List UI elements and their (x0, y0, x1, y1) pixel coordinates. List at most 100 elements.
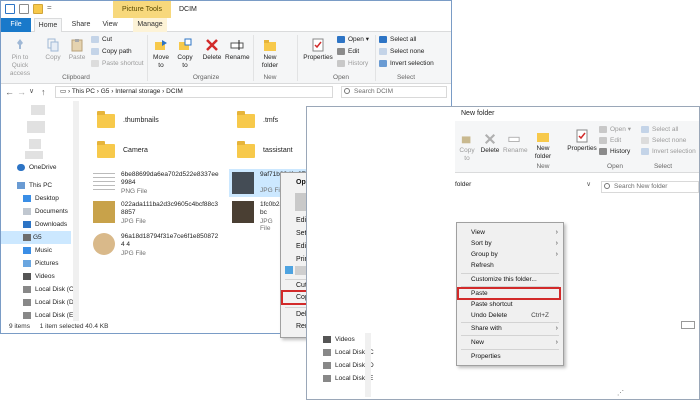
delete-button[interactable]: Delete (201, 38, 223, 62)
chevron-right-icon: › (555, 325, 558, 332)
menu-refresh[interactable]: Refresh (457, 262, 563, 269)
file-item[interactable]: 022ada111ba2d3c9605c4bcf88c38857 JPG Fil… (93, 201, 223, 227)
title-bar: = Picture Tools DCIM (1, 1, 451, 18)
properties-button[interactable]: Properties (301, 38, 335, 62)
nav-downloads[interactable]: Downloads (7, 218, 77, 231)
select-none-button[interactable]: Select none (379, 47, 424, 57)
menu-paste-shortcut[interactable]: Paste shortcut (457, 301, 563, 308)
tab-manage[interactable]: Manage (133, 18, 167, 32)
paste-label: Paste (68, 54, 86, 61)
download-icon (23, 221, 31, 228)
copy-to-label: Copy to (177, 54, 193, 69)
menu-view[interactable]: View › (457, 229, 563, 236)
pin-quick-access-button[interactable]: Pin to Quick access (3, 38, 37, 78)
file-item[interactable]: 6be88699da6ea702d522e8337ee9984 PNG File (93, 171, 223, 197)
address-bar[interactable]: ▭ › This PC › G5 › Internal storage › DC… (55, 86, 333, 98)
nav-local-disk-c[interactable]: Local Disk (C (7, 283, 77, 296)
select-all-button[interactable]: Select all (379, 35, 416, 45)
copy-button[interactable]: Copy (41, 38, 65, 62)
blurred-menu-icon (285, 266, 293, 274)
breadcrumb-internal-storage[interactable]: Internal storage (115, 88, 160, 95)
copy-to-button[interactable]: Copy to (175, 38, 195, 70)
menu-group-by[interactable]: Group by › (457, 251, 563, 258)
new-folder-icon (264, 40, 276, 51)
file-item[interactable]: 96a18d18794f31e7ce6f1e8508724 4 JPG File (93, 233, 223, 259)
menu-new[interactable]: New › (457, 339, 563, 346)
nav-desktop[interactable]: Desktop (7, 192, 77, 205)
quick-access-checkbox-icon[interactable] (19, 4, 29, 14)
folder-tassistant[interactable]: tassistant (263, 147, 293, 154)
resize-grip-icon[interactable]: ⋰ (617, 389, 624, 397)
edit-button[interactable]: Edit (599, 136, 621, 146)
nav-scrollbar[interactable] (365, 333, 371, 397)
history-button[interactable]: History (599, 147, 630, 157)
pin-label: Pin to Quick access (9, 54, 31, 77)
select-none-button[interactable]: Select none (641, 136, 686, 146)
new-folder-button[interactable]: New folder (257, 38, 283, 70)
jpg-thumbnail (232, 201, 254, 223)
nav-scrollbar[interactable] (73, 101, 79, 323)
nav-music[interactable]: Music (7, 244, 77, 257)
rename-icon (230, 40, 244, 50)
quick-access-folder-icon[interactable] (33, 4, 43, 14)
rename-button[interactable]: Rename (225, 38, 250, 62)
jpg-thumbnail (93, 233, 115, 255)
thumbnail-view-icon[interactable] (681, 321, 695, 329)
paste-button[interactable]: Paste (65, 38, 89, 62)
properties-button[interactable]: Properties (567, 129, 597, 153)
breadcrumb-dcim[interactable]: DCIM (166, 88, 183, 95)
folder-camera[interactable]: Camera (123, 147, 148, 154)
menu-share-with[interactable]: Share with › (457, 325, 563, 332)
folder-icon (237, 111, 255, 128)
nav-documents[interactable]: Documents (7, 205, 77, 218)
cut-button[interactable]: Cut (91, 35, 112, 45)
address-bar[interactable]: folder ∨ (455, 179, 595, 191)
history-button[interactable]: History (337, 59, 368, 69)
folder-tmfs[interactable]: .tmfs (263, 117, 278, 124)
folder-thumbnails[interactable]: .thumbnails (123, 117, 159, 124)
open-button[interactable]: Open ▾ (599, 125, 631, 135)
back-arrow-icon[interactable]: ← (5, 87, 14, 97)
invert-selection-icon (641, 147, 649, 155)
menu-customize-folder[interactable]: Customize this folder... (457, 276, 563, 283)
breadcrumb-g5[interactable]: G5 (101, 88, 110, 95)
invert-selection-button[interactable]: Invert selection (641, 147, 696, 157)
menu-sort-by[interactable]: Sort by › (457, 240, 563, 247)
new-folder-button[interactable]: New folder (531, 129, 555, 161)
group-select-label: Select (396, 74, 416, 81)
disk-icon (323, 375, 331, 382)
recent-dropdown-icon[interactable]: ∨ (29, 87, 34, 95)
tab-home[interactable]: Home (34, 18, 62, 32)
copy-path-button[interactable]: Copy path (91, 47, 132, 57)
status-item-count: 9 items (9, 323, 30, 330)
copy-to-button[interactable]: Copy to (457, 133, 477, 163)
move-to-button[interactable]: Move to (151, 38, 171, 70)
group-clipboard-label: Clipboard (62, 74, 90, 81)
nav-pictures[interactable]: Pictures (7, 257, 77, 270)
nav-local-disk-d[interactable]: Local Disk (D (7, 296, 77, 309)
menu-properties[interactable]: Properties (457, 353, 563, 360)
move-to-label: Move to (153, 54, 169, 69)
nav-onedrive[interactable]: OneDrive (1, 161, 71, 174)
menu-undo-delete[interactable]: Undo Delete Ctrl+Z (457, 312, 563, 319)
edit-button[interactable]: Edit (337, 47, 359, 57)
tab-share[interactable]: Share (67, 18, 95, 32)
nav-videos[interactable]: Videos (7, 270, 77, 283)
nav-g5[interactable]: G5 (1, 231, 71, 244)
search-input[interactable]: Search DCIM (341, 86, 447, 98)
invert-selection-button[interactable]: Invert selection (379, 59, 434, 69)
tab-view[interactable]: View (99, 18, 121, 32)
breadcrumb-this-pc[interactable]: This PC (72, 88, 95, 95)
select-all-button[interactable]: Select all (641, 125, 678, 135)
search-input[interactable]: Search New folder (601, 181, 699, 193)
nav-this-pc[interactable]: This PC (1, 179, 71, 192)
delete-button[interactable]: Delete (479, 133, 501, 155)
rename-button[interactable]: Rename (503, 133, 528, 155)
quick-access-dropdown-icon[interactable]: = (47, 3, 52, 12)
forward-arrow-icon[interactable]: → (17, 87, 26, 97)
open-button[interactable]: Open ▾ (337, 35, 369, 45)
file-item[interactable]: 1fc0b2a9e0ebc JPG File (229, 201, 298, 232)
paste-shortcut-button[interactable]: Paste shortcut (91, 59, 144, 69)
chevron-down-icon[interactable]: ∨ (586, 179, 591, 191)
up-arrow-icon[interactable]: ↑ (41, 87, 46, 97)
